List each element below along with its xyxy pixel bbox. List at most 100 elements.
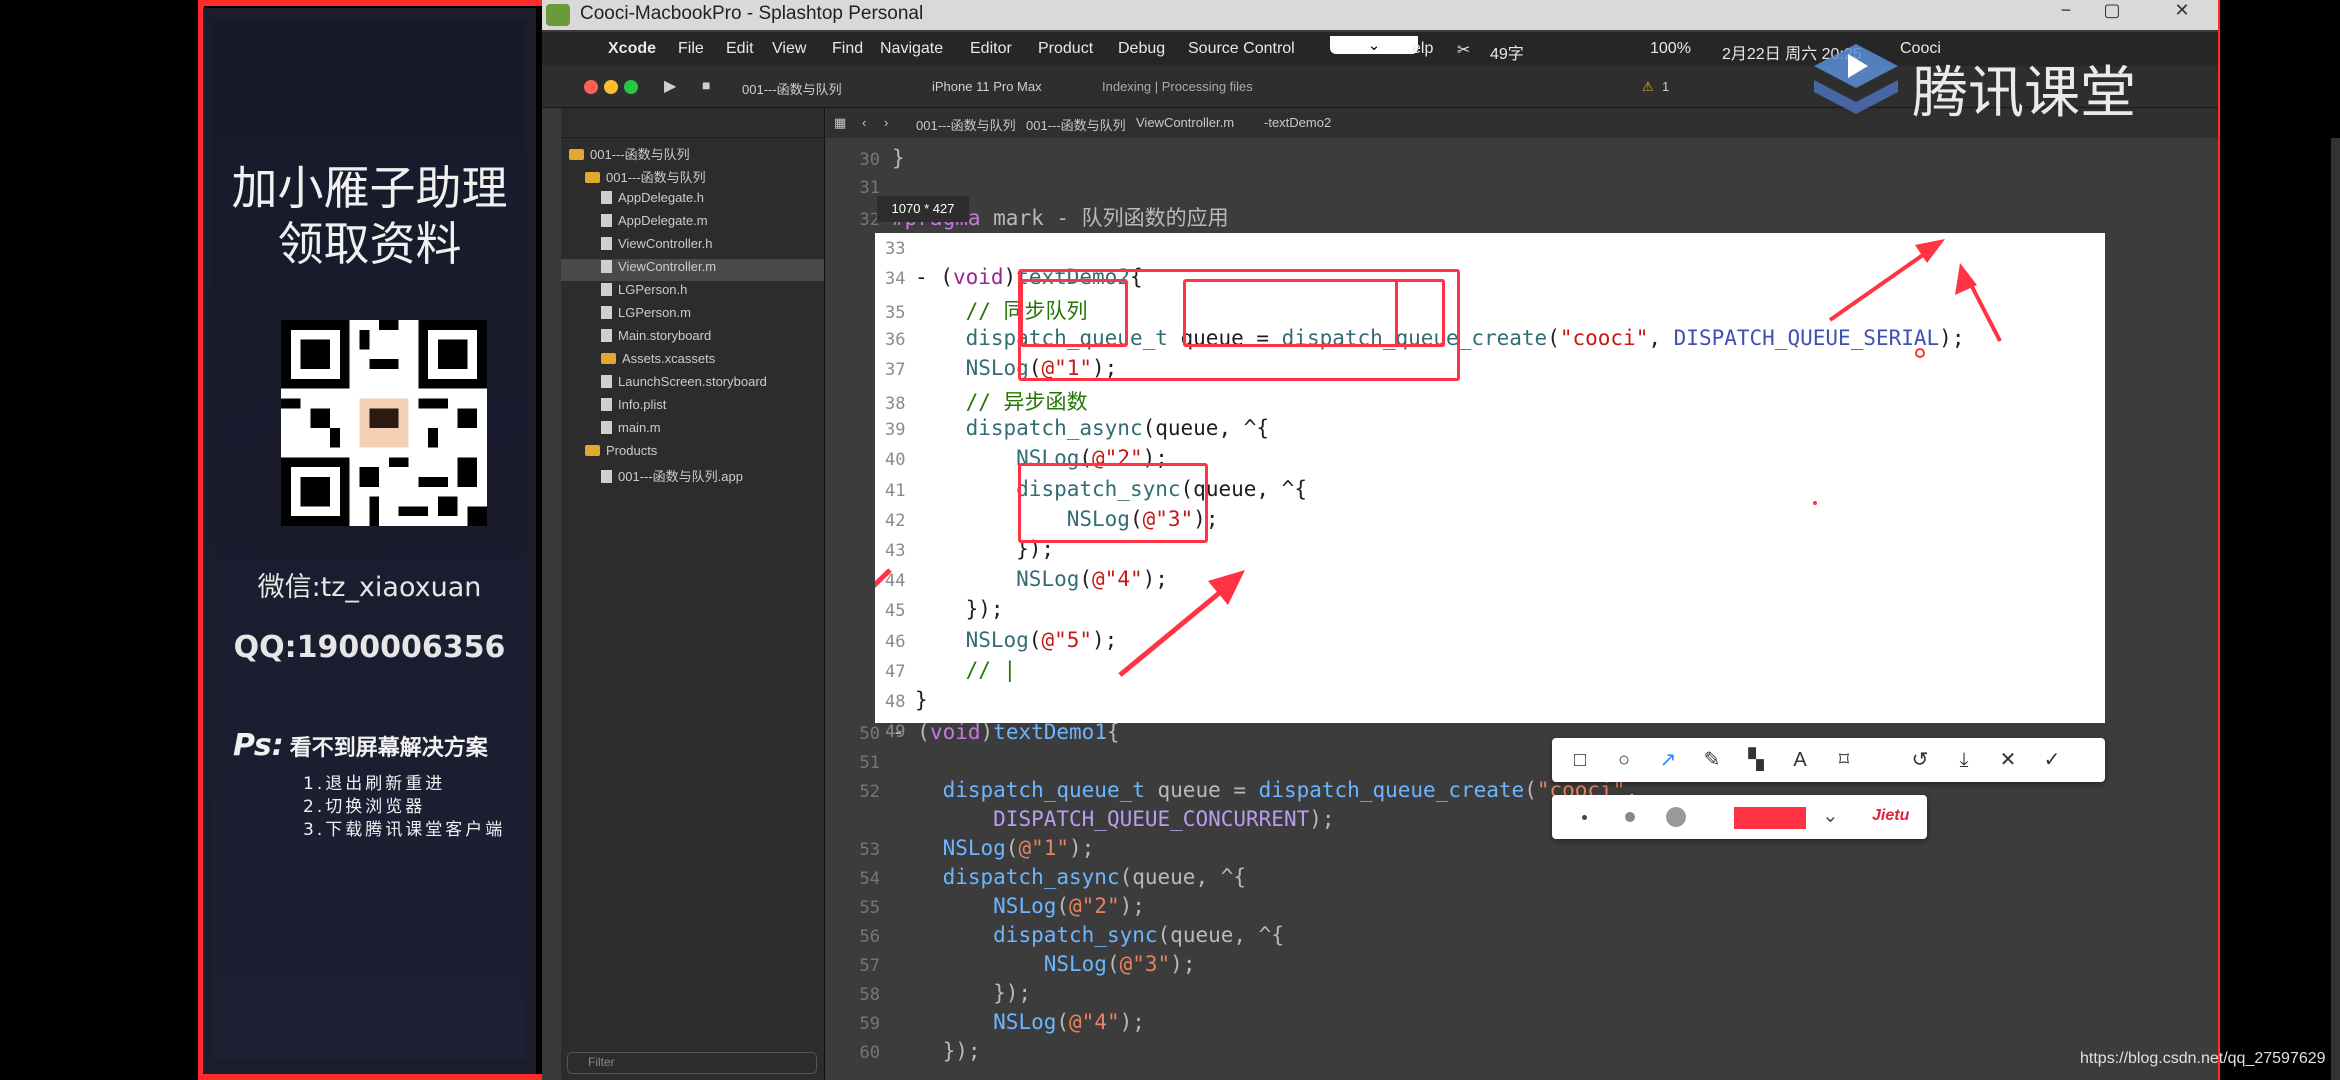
annotation-arrows [875, 239, 2002, 589]
menu-find[interactable]: Find [832, 40, 863, 58]
navigator-item-label: LGPerson.h [618, 282, 688, 297]
crumb-project[interactable]: 001---函数与队列 [916, 115, 1016, 134]
line-number: 53 [859, 840, 880, 860]
traffic-close-icon[interactable] [584, 80, 598, 94]
traffic-minimize-icon[interactable] [604, 80, 618, 94]
cancel-icon[interactable]: ✕ [1994, 746, 2022, 774]
navigator-item[interactable]: AppDelegate.h [561, 190, 824, 212]
text-tool-icon[interactable]: A [1786, 746, 1814, 774]
code-line[interactable]: 57 NSLog(@"3"); [826, 952, 1196, 981]
code-line[interactable]: 50 - (void)textDemo1{ [826, 720, 1120, 749]
ps-title: 看不到屏幕解决方案 [289, 736, 488, 761]
color-dropdown-icon[interactable]: ⌄ [1822, 803, 1839, 828]
device-selector[interactable]: iPhone 11 Pro Max [932, 79, 1042, 94]
code-text: NSLog(@"4"); [993, 1010, 1145, 1034]
navigator-item[interactable]: 001---函数与队列 [561, 167, 824, 189]
navigator-item[interactable]: main.m [561, 420, 824, 442]
chevron-down-icon[interactable]: ⌄ [1330, 36, 1418, 54]
crumb-group[interactable]: 001---函数与队列 [1026, 115, 1126, 134]
project-navigator: 001---函数与队列 001---函数与队列 AppDelegate.h AppDe… [561, 108, 825, 1080]
menu-editor[interactable]: Editor [970, 40, 1012, 58]
stop-icon[interactable]: ■ [702, 77, 710, 93]
navigator-item[interactable]: LGPerson.m [561, 305, 824, 327]
navigator-item-label: AppDelegate.h [618, 190, 705, 205]
menu-product[interactable]: Product [1038, 40, 1093, 58]
size-medium-icon[interactable] [1625, 812, 1635, 822]
menu-file[interactable]: File [678, 40, 704, 58]
tag-tool-icon[interactable]: ⌑ [1830, 746, 1858, 774]
navigator-item[interactable]: ViewController.h [561, 236, 824, 258]
maximize-icon[interactable]: ▢ [2092, 0, 2132, 22]
minimap[interactable] [2331, 138, 2340, 1080]
menu-view[interactable]: View [772, 40, 806, 58]
code-line[interactable]: 58 }); [826, 981, 1032, 1010]
code-text: }); [892, 1039, 981, 1063]
code-line[interactable]: DISPATCH_QUEUE_CONCURRENT); [826, 807, 1334, 836]
menu-xcode[interactable]: Xcode [608, 40, 656, 58]
warning-icon[interactable]: ⚠ [1642, 79, 1654, 95]
undo-icon[interactable]: ↺ [1906, 746, 1934, 774]
window-titlebar[interactable]: Cooci-MacbookPro - Splashtop Personal − … [542, 0, 2218, 30]
ps-item-3: 3.下载腾讯课堂客户端 [303, 820, 506, 840]
scissors-icon[interactable]: ✂ [1457, 40, 1470, 60]
code-line[interactable]: 59 NSLog(@"4"); [826, 1010, 1145, 1039]
navigator-item[interactable]: ViewController.m [561, 259, 824, 281]
navigator-item-label: ViewController.h [618, 236, 713, 251]
navigator-item[interactable]: Info.plist [561, 397, 824, 419]
navigator-filter-input[interactable]: Filter [567, 1052, 817, 1074]
code-line[interactable]: 54 dispatch_async(queue, ^{ [826, 865, 1247, 894]
navigator-item[interactable]: LaunchScreen.storyboard [561, 374, 824, 396]
run-icon[interactable]: ▶ [664, 76, 676, 96]
minimize-icon[interactable]: − [2046, 0, 2086, 22]
navigator-item[interactable]: Assets.xcassets [561, 351, 824, 373]
menu-navigate[interactable]: Navigate [880, 40, 943, 58]
code-line[interactable]: 30} [826, 146, 905, 175]
line-number: 57 [859, 956, 880, 976]
capture-region[interactable]: 33 34- (void)textDemo2{35 // 同步队列 36 dispa… [875, 233, 2105, 742]
qr-code [281, 320, 487, 526]
menu-debug[interactable]: Debug [1118, 40, 1165, 58]
file-icon [601, 306, 612, 319]
rectangle-tool-icon[interactable]: □ [1566, 746, 1594, 774]
mosaic-tool-icon[interactable]: ▚ [1742, 746, 1770, 774]
navigator-item[interactable]: LGPerson.h [561, 282, 824, 304]
file-icon [601, 470, 612, 483]
navigator-item-label: 001---函数与队列.app [618, 469, 743, 484]
navigator-item[interactable]: 001---函数与队列.app [561, 466, 824, 488]
forward-icon[interactable]: › [884, 115, 888, 130]
battery-percent: 100% [1650, 40, 1691, 57]
traffic-zoom-icon[interactable] [624, 80, 638, 94]
navigator-item[interactable]: 001---函数与队列 [561, 144, 824, 166]
size-large-icon[interactable] [1666, 807, 1686, 827]
navigator-item[interactable]: AppDelegate.m [561, 213, 824, 235]
code-line[interactable]: 60 }); [826, 1039, 981, 1068]
line-number: 50 [859, 724, 880, 744]
code-line[interactable]: 53 NSLog(@"1"); [826, 836, 1095, 865]
code-line[interactable]: 52 dispatch_queue_t queue = dispatch_que… [826, 778, 1639, 807]
back-icon[interactable]: ‹ [862, 115, 866, 130]
download-icon[interactable]: ⤓ [1950, 746, 1978, 774]
folder-icon [569, 149, 584, 160]
file-icon [601, 421, 612, 434]
pen-tool-icon[interactable]: ✎ [1698, 746, 1726, 774]
size-small-icon[interactable] [1582, 815, 1587, 820]
menu-source-control[interactable]: Source Control [1188, 40, 1295, 58]
code-line[interactable]: 51 [826, 749, 892, 778]
confirm-icon[interactable]: ✓ [2038, 746, 2066, 774]
grid-icon[interactable]: ▦ [834, 115, 846, 131]
crumb-file[interactable]: ViewController.m [1136, 115, 1234, 130]
code-text: }); [892, 981, 1032, 1005]
close-icon[interactable]: ✕ [2162, 0, 2202, 22]
scheme-selector[interactable]: 001---函数与队列 [742, 79, 842, 98]
menu-edit[interactable]: Edit [726, 40, 754, 58]
code-line[interactable]: 56 dispatch_sync(queue, ^{ [826, 923, 1284, 952]
crumb-method[interactable]: -textDemo2 [1264, 115, 1331, 130]
color-swatch[interactable] [1734, 807, 1806, 829]
arrow-tool-icon[interactable]: ↗ [1654, 746, 1682, 774]
ellipse-tool-icon[interactable]: ○ [1610, 746, 1638, 774]
code-line[interactable]: 55 NSLog(@"2"); [826, 894, 1145, 923]
navigator-tabs[interactable] [561, 108, 824, 138]
navigator-item[interactable]: Main.storyboard [561, 328, 824, 350]
navigator-item[interactable]: Products [561, 443, 824, 465]
menu-help[interactable]: elp [1412, 40, 1433, 58]
